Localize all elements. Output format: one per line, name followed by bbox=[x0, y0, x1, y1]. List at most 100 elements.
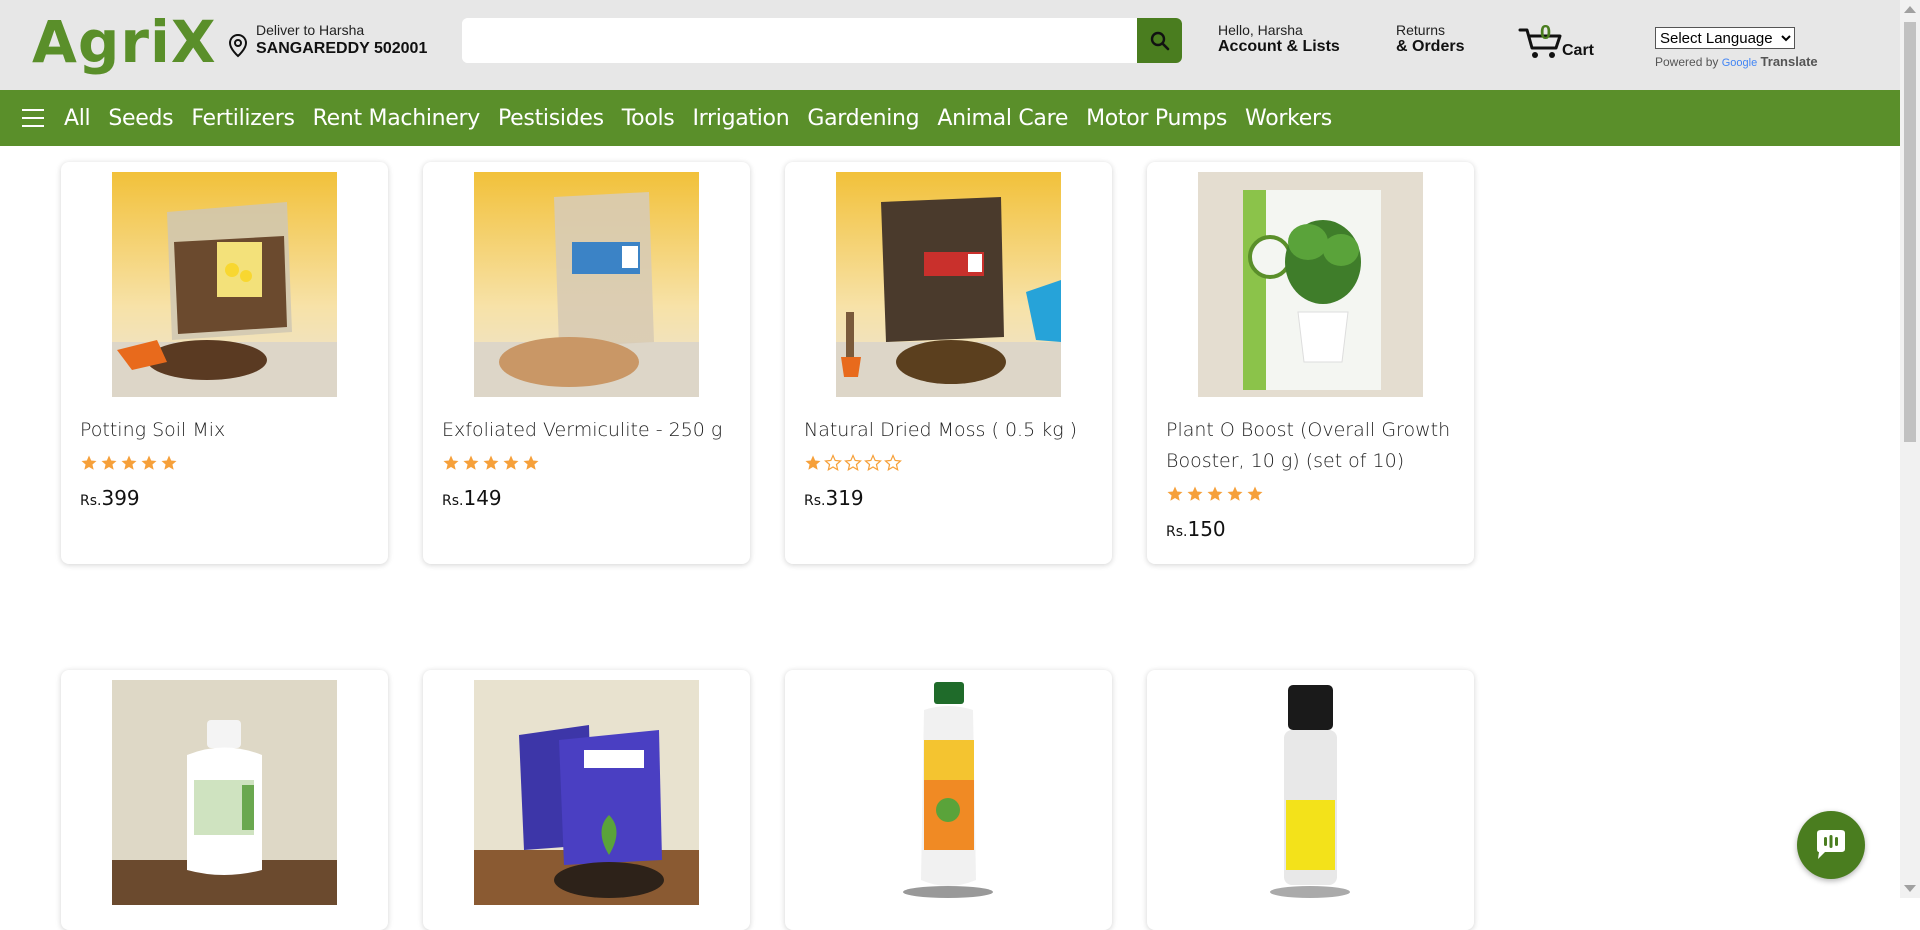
moss-bag-icon bbox=[836, 172, 1061, 397]
product-image[interactable] bbox=[112, 680, 337, 905]
page-scrollbar[interactable] bbox=[1900, 0, 1920, 898]
star-filled-icon bbox=[161, 455, 177, 470]
cart-count: 0 bbox=[1540, 22, 1552, 44]
product-rating bbox=[442, 454, 540, 472]
mega-nutri-bottle-icon bbox=[836, 680, 1061, 905]
product-image[interactable] bbox=[474, 172, 699, 397]
returns-orders-link[interactable]: Returns & Orders bbox=[1396, 22, 1464, 56]
product-card[interactable] bbox=[423, 670, 750, 930]
soil-bag-icon bbox=[112, 172, 337, 397]
product-name[interactable]: Natural Dried Moss ( 0.5 kg ) bbox=[804, 415, 1099, 446]
product-image[interactable] bbox=[112, 172, 337, 397]
product-name[interactable]: Plant O Boost (Overall Growth Booster, 1… bbox=[1166, 415, 1461, 477]
nav-item-workers[interactable]: Workers bbox=[1245, 106, 1332, 131]
price-currency: Rs. bbox=[804, 493, 826, 509]
price-currency: Rs. bbox=[442, 493, 464, 509]
product-image[interactable] bbox=[836, 680, 1061, 905]
product-card[interactable] bbox=[61, 670, 388, 930]
cart-label: Cart bbox=[1562, 42, 1595, 59]
star-filled-icon bbox=[81, 455, 97, 470]
scroll-up-arrow-icon[interactable] bbox=[1904, 6, 1916, 13]
google-logo: Google bbox=[1721, 57, 1758, 69]
deliver-to-location[interactable]: Deliver to Harsha SANGAREDDY 502001 bbox=[228, 22, 427, 58]
price-value: 149 bbox=[463, 486, 502, 510]
top-header: AgriX Deliver to Harsha SANGAREDDY 50200… bbox=[0, 0, 1900, 90]
star-filled-icon bbox=[1187, 486, 1203, 501]
plant-box-icon bbox=[1198, 172, 1423, 397]
product-card[interactable]: Exfoliated Vermiculite - 250 g Rs.149 bbox=[423, 162, 750, 564]
star-empty-icon bbox=[864, 454, 882, 471]
star-filled-icon bbox=[1227, 486, 1243, 501]
chat-button[interactable] bbox=[1797, 811, 1865, 879]
star-filled-icon bbox=[483, 455, 499, 470]
star-empty-icon bbox=[844, 454, 862, 471]
product-image[interactable] bbox=[474, 680, 699, 905]
product-price: Rs.399 bbox=[80, 486, 140, 510]
cart-button[interactable]: 0 Cart bbox=[1518, 22, 1598, 62]
product-image[interactable] bbox=[836, 172, 1061, 397]
price-value: 319 bbox=[825, 486, 864, 510]
jeevamrut-bottle-icon bbox=[112, 680, 337, 905]
product-card[interactable] bbox=[785, 670, 1112, 930]
star-filled-icon bbox=[443, 455, 459, 470]
hamburger-menu-icon[interactable] bbox=[22, 109, 44, 127]
fertilizer-bags-icon bbox=[474, 680, 699, 905]
star-filled-icon bbox=[523, 455, 539, 470]
chat-bubble-icon bbox=[1817, 830, 1845, 859]
location-pin-icon bbox=[228, 34, 248, 58]
account-lists-link[interactable]: Hello, Harsha Account & Lists bbox=[1218, 22, 1340, 56]
product-image[interactable] bbox=[1198, 680, 1423, 905]
search-icon bbox=[1150, 31, 1169, 50]
product-name[interactable]: Potting Soil Mix bbox=[80, 415, 375, 446]
account-greeting: Hello, Harsha bbox=[1218, 22, 1303, 38]
product-card[interactable]: Plant O Boost (Overall Growth Booster, 1… bbox=[1147, 162, 1474, 564]
nav-item-rent-machinery[interactable]: Rent Machinery bbox=[313, 106, 481, 131]
growth-power-vial-icon bbox=[1198, 680, 1423, 905]
agrix-logo[interactable]: AgriX bbox=[32, 10, 217, 74]
language-select[interactable]: Select Language bbox=[1655, 27, 1795, 49]
nav-item-animal-care[interactable]: Animal Care bbox=[937, 106, 1068, 131]
powered-by-google-translate: Powered by Google Translate bbox=[1655, 54, 1818, 69]
product-price: Rs.150 bbox=[1166, 517, 1226, 541]
returns-label: Returns bbox=[1396, 22, 1446, 38]
product-card[interactable]: Natural Dried Moss ( 0.5 kg ) Rs.319 bbox=[785, 162, 1112, 564]
search-input[interactable] bbox=[462, 18, 1137, 63]
price-currency: Rs. bbox=[80, 493, 102, 509]
star-filled-icon bbox=[503, 455, 519, 470]
star-filled-icon bbox=[1167, 486, 1183, 501]
star-empty-icon bbox=[824, 454, 842, 471]
nav-item-gardening[interactable]: Gardening bbox=[807, 106, 919, 131]
category-nav: All Seeds Fertilizers Rent Machinery Pes… bbox=[0, 90, 1900, 146]
product-card[interactable] bbox=[1147, 670, 1474, 930]
powered-by-label: Powered by bbox=[1655, 55, 1719, 69]
star-filled-icon bbox=[121, 455, 137, 470]
deliver-label: Deliver to Harsha bbox=[256, 22, 365, 38]
nav-item-tools[interactable]: Tools bbox=[622, 106, 675, 131]
search-button[interactable] bbox=[1137, 18, 1182, 63]
product-price: Rs.149 bbox=[442, 486, 502, 510]
star-filled-icon bbox=[101, 455, 117, 470]
star-filled-icon bbox=[463, 455, 479, 470]
star-empty-icon bbox=[884, 454, 902, 471]
search-bar bbox=[462, 18, 1182, 63]
account-lists-label: Account & Lists bbox=[1218, 38, 1340, 55]
translate-link[interactable]: Translate bbox=[1761, 54, 1818, 69]
star-filled-icon bbox=[1207, 486, 1223, 501]
nav-item-irrigation[interactable]: Irrigation bbox=[692, 106, 789, 131]
vermiculite-bag-icon bbox=[474, 172, 699, 397]
scrollbar-thumb[interactable] bbox=[1904, 22, 1916, 442]
product-rating bbox=[80, 454, 178, 472]
nav-item-fertilizers[interactable]: Fertilizers bbox=[191, 106, 295, 131]
product-card[interactable]: Potting Soil Mix Rs.399 bbox=[61, 162, 388, 564]
nav-item-seeds[interactable]: Seeds bbox=[108, 106, 173, 131]
scroll-down-arrow-icon[interactable] bbox=[1904, 885, 1916, 892]
nav-item-all[interactable]: All bbox=[64, 106, 91, 131]
nav-item-motor-pumps[interactable]: Motor Pumps bbox=[1086, 106, 1227, 131]
language-selector: Select Language Powered by Google Transl… bbox=[1655, 27, 1818, 69]
product-name[interactable]: Exfoliated Vermiculite - 250 g bbox=[442, 415, 737, 446]
orders-label: & Orders bbox=[1396, 38, 1465, 55]
price-currency: Rs. bbox=[1166, 524, 1188, 540]
nav-item-pestisides[interactable]: Pestisides bbox=[498, 106, 604, 131]
price-value: 399 bbox=[101, 486, 140, 510]
product-image[interactable] bbox=[1198, 172, 1423, 397]
